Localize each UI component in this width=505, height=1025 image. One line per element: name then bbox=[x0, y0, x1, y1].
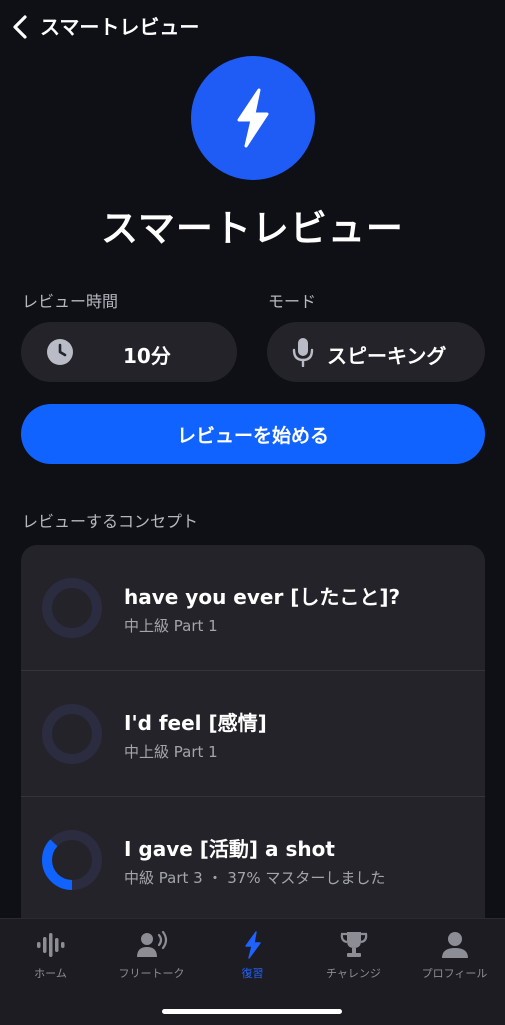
bolt-icon bbox=[237, 88, 269, 148]
person-icon bbox=[442, 932, 468, 958]
mode-selector[interactable]: スピーキング bbox=[267, 322, 485, 382]
tab-profile[interactable]: プロフィール bbox=[404, 919, 505, 989]
hero-icon-badge bbox=[191, 56, 315, 180]
tab-home[interactable]: ホーム bbox=[0, 919, 101, 989]
concept-title: have you ever [したこと]? bbox=[124, 585, 401, 609]
review-time-selector[interactable]: 10分 bbox=[21, 322, 237, 382]
tab-label: プロフィール bbox=[421, 967, 488, 980]
microphone-icon bbox=[292, 338, 314, 367]
mode-value: スピーキング bbox=[327, 344, 447, 368]
clock-icon bbox=[47, 339, 73, 365]
start-review-button[interactable]: レビューを始める bbox=[21, 404, 485, 464]
trophy-icon bbox=[340, 932, 368, 957]
concept-title: I gave [活動] a shot bbox=[124, 837, 335, 861]
tab-label: ホーム bbox=[34, 967, 67, 980]
tab-review[interactable]: 復習 bbox=[202, 919, 303, 989]
speaking-person-icon bbox=[137, 931, 168, 957]
concept-subtitle: 中級 Part 3 ・ 37% マスターしました bbox=[124, 869, 386, 887]
review-time-label: レビュー時間 bbox=[22, 292, 119, 311]
progress-ring-icon bbox=[42, 704, 102, 764]
top-bar: スマートレビュー bbox=[0, 0, 505, 56]
concept-item[interactable]: have you ever [したこと]? 中上級 Part 1 bbox=[21, 545, 485, 671]
waveform-icon bbox=[37, 933, 65, 957]
mode-label: モード bbox=[268, 292, 317, 311]
chevron-left-icon[interactable] bbox=[10, 14, 32, 40]
tab-challenge[interactable]: チャレンジ bbox=[303, 919, 404, 989]
concept-item[interactable]: I'd feel [感情] 中上級 Part 1 bbox=[21, 671, 485, 797]
concepts-list: have you ever [したこと]? 中上級 Part 1 I'd fee… bbox=[21, 545, 485, 945]
tab-label: フリートーク bbox=[118, 967, 185, 980]
concept-subtitle: 中上級 Part 1 bbox=[124, 743, 218, 761]
tab-label: 復習 bbox=[241, 967, 264, 980]
home-indicator bbox=[162, 1009, 342, 1014]
review-time-value: 10分 bbox=[123, 344, 171, 368]
concept-title: I'd feel [感情] bbox=[124, 711, 267, 735]
bolt-icon bbox=[245, 931, 261, 959]
concept-subtitle: 中上級 Part 1 bbox=[124, 617, 218, 635]
concept-item[interactable]: I gave [活動] a shot 中級 Part 3 ・ 37% マスターし… bbox=[21, 797, 485, 923]
header-title: スマートレビュー bbox=[40, 15, 200, 39]
concepts-heading: レビューするコンセプト bbox=[22, 512, 199, 531]
tab-free-talk[interactable]: フリートーク bbox=[101, 919, 202, 989]
page-title: スマートレビュー bbox=[101, 207, 404, 250]
tab-label: チャレンジ bbox=[326, 967, 381, 980]
progress-ring-icon bbox=[42, 830, 102, 890]
progress-ring-icon bbox=[42, 578, 102, 638]
